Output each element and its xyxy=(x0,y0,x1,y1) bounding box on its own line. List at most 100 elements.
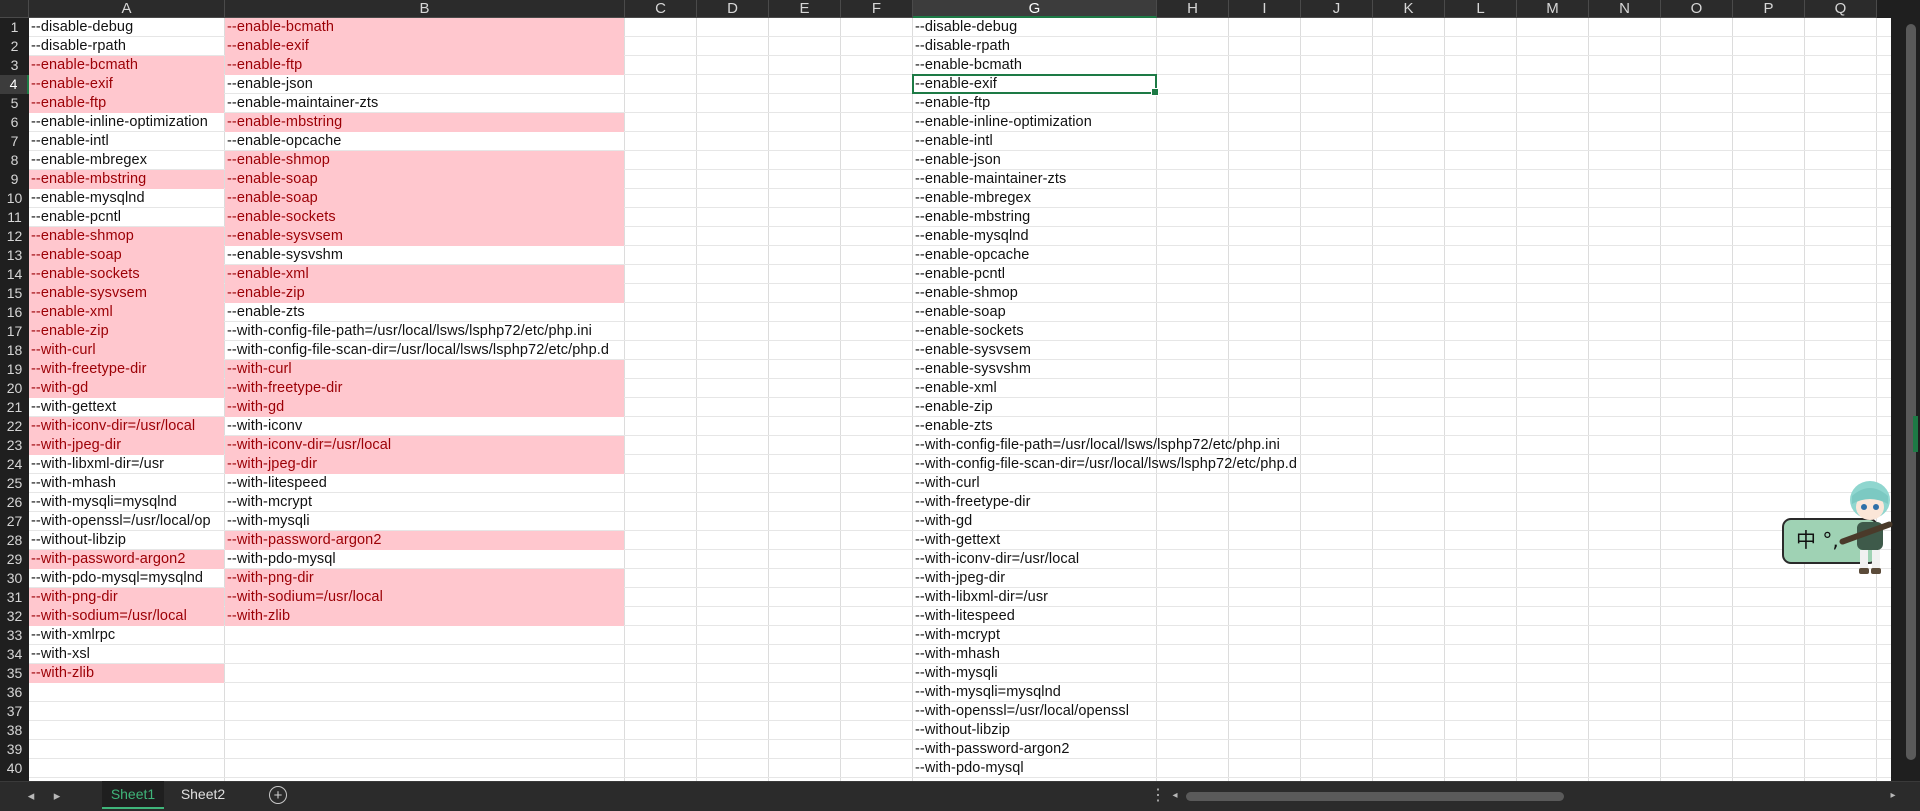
cell-g24[interactable]: --with-config-file-scan-dir=/usr/local/l… xyxy=(913,455,1297,474)
cell-g22[interactable]: --enable-zts xyxy=(913,417,1156,436)
row-header[interactable]: 21 xyxy=(0,398,29,417)
row-header[interactable]: 25 xyxy=(0,474,29,493)
cell-b16[interactable]: --enable-zts xyxy=(225,303,624,322)
cell-g5[interactable]: --enable-ftp xyxy=(913,94,1156,113)
cell-a18[interactable]: --with-curl xyxy=(29,341,224,360)
cell-g38[interactable]: --without-libzip xyxy=(913,721,1156,740)
cell-b15[interactable]: --enable-zip xyxy=(225,284,624,303)
cell-g39[interactable]: --with-password-argon2 xyxy=(913,740,1156,759)
cell-b14[interactable]: --enable-xml xyxy=(225,265,624,284)
tab-split-handle-icon[interactable]: ⋮ xyxy=(1150,781,1166,811)
row-header[interactable]: 32 xyxy=(0,607,29,626)
cell-a32[interactable]: --with-sodium=/usr/local xyxy=(29,607,224,626)
cell-g15[interactable]: --enable-shmop xyxy=(913,284,1156,303)
cell-b23[interactable]: --with-iconv-dir=/usr/local xyxy=(225,436,624,455)
cell-g34[interactable]: --with-mhash xyxy=(913,645,1156,664)
row-header[interactable]: 9 xyxy=(0,170,29,189)
cell-b26[interactable]: --with-mcrypt xyxy=(225,493,624,512)
cell-b27[interactable]: --with-mysqli xyxy=(225,512,624,531)
cell-a11[interactable]: --enable-pcntl xyxy=(29,208,224,227)
cell-a30[interactable]: --with-pdo-mysql=mysqlnd xyxy=(29,569,224,588)
row-header[interactable]: 8 xyxy=(0,151,29,170)
cell-a34[interactable]: --with-xsl xyxy=(29,645,224,664)
row-header[interactable]: 1 xyxy=(0,18,29,37)
next-sheet-arrow-icon[interactable]: ▸ xyxy=(44,781,70,811)
cell-g7[interactable]: --enable-intl xyxy=(913,132,1156,151)
cell-g8[interactable]: --enable-json xyxy=(913,151,1156,170)
cell-a19[interactable]: --with-freetype-dir xyxy=(29,360,224,379)
row-header[interactable]: 37 xyxy=(0,702,29,721)
cell-a28[interactable]: --without-libzip xyxy=(29,531,224,550)
row-header[interactable]: 19 xyxy=(0,360,29,379)
column-header-g[interactable]: G xyxy=(913,0,1157,18)
row-header[interactable]: 28 xyxy=(0,531,29,550)
cell-a6[interactable]: --enable-inline-optimization xyxy=(29,113,224,132)
cell-b1[interactable]: --enable-bcmath xyxy=(225,18,624,37)
row-header[interactable]: 33 xyxy=(0,626,29,645)
cell-a35[interactable]: --with-zlib xyxy=(29,664,224,683)
cell-b17[interactable]: --with-config-file-path=/usr/local/lsws/… xyxy=(225,322,624,341)
row-header[interactable]: 34 xyxy=(0,645,29,664)
cell-b2[interactable]: --enable-exif xyxy=(225,37,624,56)
row-header[interactable]: 22 xyxy=(0,417,29,436)
cell-g13[interactable]: --enable-opcache xyxy=(913,246,1156,265)
row-header[interactable]: 10 xyxy=(0,189,29,208)
column-header-p[interactable]: P xyxy=(1733,0,1805,18)
cell-g11[interactable]: --enable-mbstring xyxy=(913,208,1156,227)
cell-a1[interactable]: --disable-debug xyxy=(29,18,224,37)
cell-b29[interactable]: --with-pdo-mysql xyxy=(225,550,624,569)
row-header[interactable]: 15 xyxy=(0,284,29,303)
row-header[interactable]: 38 xyxy=(0,721,29,740)
cell-b5[interactable]: --enable-maintainer-zts xyxy=(225,94,624,113)
cell-a33[interactable]: --with-xmlrpc xyxy=(29,626,224,645)
column-header-k[interactable]: K xyxy=(1373,0,1445,18)
cell-b12[interactable]: --enable-sysvsem xyxy=(225,227,624,246)
cell-g18[interactable]: --enable-sysvsem xyxy=(913,341,1156,360)
row-header[interactable]: 16 xyxy=(0,303,29,322)
cell-b9[interactable]: --enable-soap xyxy=(225,170,624,189)
row-header[interactable]: 40 xyxy=(0,759,29,778)
add-sheet-button[interactable]: + xyxy=(269,786,287,804)
cell-g9[interactable]: --enable-maintainer-zts xyxy=(913,170,1156,189)
scroll-right-arrow-icon[interactable]: ▸ xyxy=(1885,787,1901,805)
cell-a4[interactable]: --enable-exif xyxy=(29,75,224,94)
cell-a5[interactable]: --enable-ftp xyxy=(29,94,224,113)
row-header[interactable]: 2 xyxy=(0,37,29,56)
row-header[interactable]: 5 xyxy=(0,94,29,113)
cell-b30[interactable]: --with-png-dir xyxy=(225,569,624,588)
cell-b8[interactable]: --enable-shmop xyxy=(225,151,624,170)
cell-b25[interactable]: --with-litespeed xyxy=(225,474,624,493)
cell-g37[interactable]: --with-openssl=/usr/local/openssl xyxy=(913,702,1156,721)
column-header-o[interactable]: O xyxy=(1661,0,1733,18)
column-header-c[interactable]: C xyxy=(625,0,697,18)
column-header-j[interactable]: J xyxy=(1301,0,1373,18)
row-header[interactable]: 13 xyxy=(0,246,29,265)
cell-g21[interactable]: --enable-zip xyxy=(913,398,1156,417)
row-header[interactable]: 23 xyxy=(0,436,29,455)
cell-b22[interactable]: --with-iconv xyxy=(225,417,624,436)
cell-a21[interactable]: --with-gettext xyxy=(29,398,224,417)
cell-b20[interactable]: --with-freetype-dir xyxy=(225,379,624,398)
column-header-q[interactable]: Q xyxy=(1805,0,1877,18)
sheet-tab-sheet1[interactable]: Sheet1 xyxy=(102,781,164,809)
cell-a20[interactable]: --with-gd xyxy=(29,379,224,398)
cell-g2[interactable]: --disable-rpath xyxy=(913,37,1156,56)
sheet-tab-sheet2[interactable]: Sheet2 xyxy=(172,781,234,807)
cell-g17[interactable]: --enable-sockets xyxy=(913,322,1156,341)
row-header[interactable]: 35 xyxy=(0,664,29,683)
column-header-b[interactable]: B xyxy=(225,0,625,18)
row-header[interactable]: 30 xyxy=(0,569,29,588)
cell-b3[interactable]: --enable-ftp xyxy=(225,56,624,75)
cell-g12[interactable]: --enable-mysqlnd xyxy=(913,227,1156,246)
cell-g27[interactable]: --with-gd xyxy=(913,512,1156,531)
row-header[interactable]: 27 xyxy=(0,512,29,531)
cell-a29[interactable]: --with-password-argon2 xyxy=(29,550,224,569)
column-header-i[interactable]: I xyxy=(1229,0,1301,18)
cell-g35[interactable]: --with-mysqli xyxy=(913,664,1156,683)
cell-a14[interactable]: --enable-sockets xyxy=(29,265,224,284)
cell-g32[interactable]: --with-litespeed xyxy=(913,607,1156,626)
cell-a10[interactable]: --enable-mysqlnd xyxy=(29,189,224,208)
cell-a26[interactable]: --with-mysqli=mysqlnd xyxy=(29,493,224,512)
select-all-corner[interactable] xyxy=(0,0,29,18)
cell-b31[interactable]: --with-sodium=/usr/local xyxy=(225,588,624,607)
